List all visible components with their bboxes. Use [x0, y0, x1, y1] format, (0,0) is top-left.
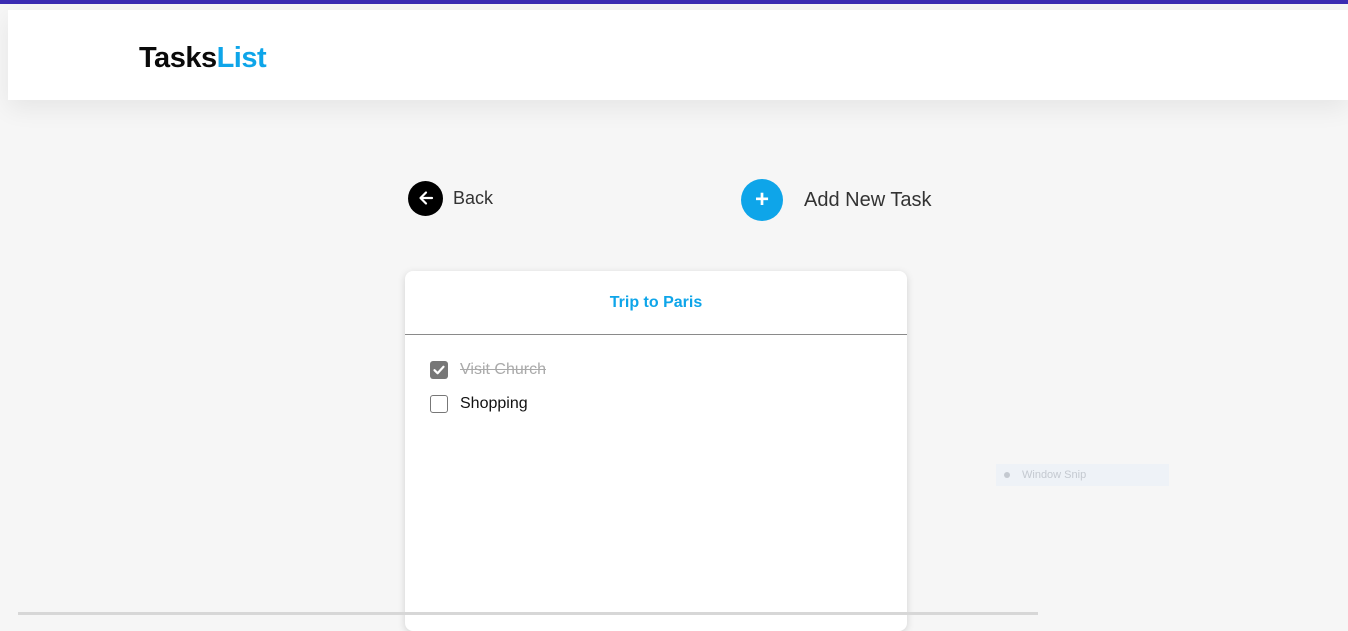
task-item[interactable]: Shopping	[405, 387, 907, 421]
checkbox-unchecked-icon[interactable]	[430, 395, 448, 413]
checkbox-checked-icon[interactable]	[430, 361, 448, 379]
snip-dot-icon	[1004, 472, 1010, 478]
task-item[interactable]: Visit Church	[405, 353, 907, 387]
back-button[interactable]: Back	[408, 180, 493, 216]
top-accent-bar	[0, 0, 1348, 4]
task-label: Visit Church	[460, 361, 546, 378]
add-new-task-button[interactable]: + Add New Task	[741, 179, 931, 221]
app-logo[interactable]: TasksList	[139, 40, 267, 76]
arrow-left-icon[interactable]	[408, 180, 443, 216]
list-title: Trip to Paris	[405, 271, 907, 335]
plus-icon[interactable]: +	[741, 179, 783, 221]
add-new-task-label[interactable]: Add New Task	[804, 189, 931, 212]
task-list-card: Trip to Paris Visit Church Shopping	[405, 271, 907, 631]
logo-list: List	[216, 42, 267, 74]
task-label: Shopping	[460, 395, 528, 412]
logo-tasks: Tasks	[139, 42, 217, 74]
app-header: TasksList	[8, 10, 1348, 100]
back-label[interactable]: Back	[453, 188, 493, 209]
task-items: Visit Church Shopping	[405, 335, 907, 421]
window-snip-overlay: Window Snip	[996, 464, 1169, 486]
window-snip-label: Window Snip	[1022, 469, 1087, 481]
